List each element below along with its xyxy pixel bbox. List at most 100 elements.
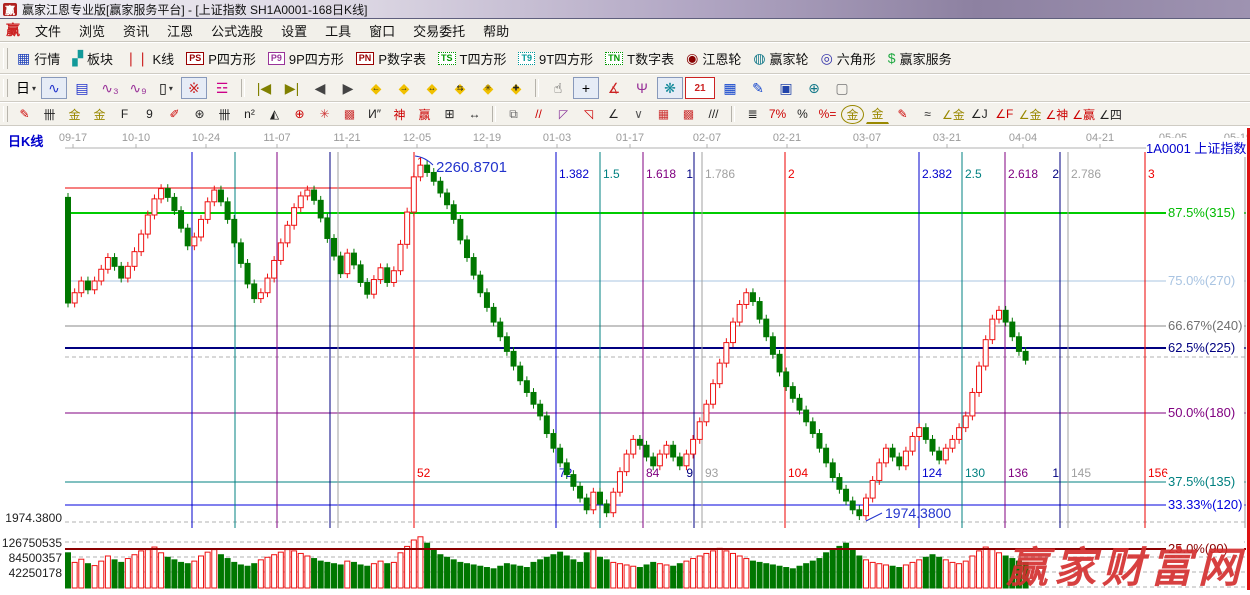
prev-bar-icon[interactable]: ◀ — [307, 77, 333, 99]
expand-all-icon[interactable]: ◆✳ — [475, 77, 501, 99]
nine-spiral-icon[interactable]: 9 — [138, 105, 161, 124]
wave-icon[interactable]: ≈ — [916, 105, 939, 124]
gann-fan-circle-icon[interactable]: ⊛ — [188, 105, 211, 124]
shift-left-icon[interactable]: ◆← — [363, 77, 389, 99]
gann-shape-icon[interactable]: Ψ — [629, 77, 655, 99]
zoom-horizontal-icon-arrow: ↔ — [428, 83, 436, 92]
menu-gann[interactable]: 江恩 — [158, 19, 202, 42]
grid9-icon[interactable]: ∿₉ — [125, 77, 151, 99]
pc-sync-icon[interactable]: ▢ — [829, 77, 855, 99]
t-table-button[interactable]: TNT数字表 — [600, 47, 681, 70]
report-icon[interactable]: ✎ — [745, 77, 771, 99]
menu-trade[interactable]: 交易委托 — [404, 19, 474, 42]
web-box-icon[interactable]: ▩ — [338, 105, 361, 124]
win-grid-icon[interactable]: 赢 — [413, 105, 436, 124]
box-frame-icon[interactable]: ⧉ — [502, 105, 525, 124]
gann-wheel-button[interactable]: ◉江恩轮 — [681, 47, 748, 70]
j-angle-icon[interactable]: ∠J — [968, 105, 991, 124]
calendar-icon[interactable]: 21 — [685, 77, 715, 99]
k-mark-icon[interactable]: И″ — [363, 105, 386, 124]
compress-icon[interactable]: ◆⇆ — [447, 77, 473, 99]
mesh-icon[interactable]: ▦ — [652, 105, 675, 124]
shen-angle-icon[interactable]: ∠神 — [1045, 105, 1070, 124]
p-table-button[interactable]: PNP数字表 — [351, 47, 433, 70]
star-web-icon[interactable]: ✳ — [313, 105, 336, 124]
toolbar-separator — [241, 79, 245, 97]
kline-button[interactable]: ❘❘K线 — [120, 47, 181, 70]
time-grid2-icon[interactable]: 卌 — [213, 105, 236, 124]
menu-settings[interactable]: 设置 — [272, 19, 316, 42]
fan-lines-icon[interactable]: // — [527, 105, 550, 124]
9p-square-button[interactable]: P99P四方形 — [263, 47, 351, 70]
hand-tool-icon[interactable]: ☝ — [545, 77, 571, 99]
free-draw-icon[interactable]: ❋ — [657, 77, 683, 99]
draw-pen-icon[interactable]: ✎ — [13, 105, 36, 124]
9t-square-button[interactable]: T99T四方形 — [513, 47, 600, 70]
gold-grid2-icon[interactable]: 金 — [88, 105, 111, 124]
last-bar-icon[interactable]: ▶| — [279, 77, 305, 99]
trend-angle-icon[interactable]: ∠ — [602, 105, 625, 124]
gold-lines-icon[interactable]: 金 — [866, 104, 889, 124]
menu-window[interactable]: 窗口 — [360, 19, 404, 42]
fan-box-icon[interactable]: ◸ — [552, 105, 575, 124]
sectors-button-label: 板块 — [87, 49, 113, 68]
winner-service-button[interactable]: $赢家服务 — [883, 47, 959, 70]
info-list-icon[interactable]: ▤ — [69, 77, 95, 99]
web-sync-icon[interactable]: ⊕ — [801, 77, 827, 99]
n-square-icon[interactable]: n² — [238, 105, 261, 124]
measure-span-icon[interactable]: ↔ — [463, 105, 486, 124]
sectors-button[interactable]: ▞板块 — [67, 47, 120, 70]
center-icon[interactable]: ◆✚ — [503, 77, 529, 99]
first-bar-icon[interactable]: |◀ — [251, 77, 277, 99]
angle-measure-icon[interactable]: ∡ — [601, 77, 627, 99]
period-dropdown[interactable]: 日▾ — [13, 77, 39, 99]
stats-bars-icon[interactable]: ≣ — [741, 105, 764, 124]
mesh-box-icon[interactable]: ▩ — [677, 105, 700, 124]
menu-browse[interactable]: 浏览 — [70, 19, 114, 42]
percent-slope-icon[interactable]: 7% — [766, 105, 789, 124]
percent-icon[interactable]: % — [791, 105, 814, 124]
parallel-lines-icon[interactable]: /// — [702, 105, 725, 124]
winner-wheel-button[interactable]: ◍赢家轮 — [748, 47, 815, 70]
hexagon-button-label: 六角形 — [837, 49, 876, 68]
mirror-angle-icon[interactable]: ◭ — [263, 105, 286, 124]
candle-style-dropdown[interactable]: ▯▾ — [153, 77, 179, 99]
t-square-button[interactable]: TST四方形 — [433, 47, 513, 70]
pen-one-icon[interactable]: ✎ — [891, 105, 914, 124]
next-bar-icon[interactable]: ▶ — [335, 77, 361, 99]
grid3-icon[interactable]: ∿₃ — [97, 77, 123, 99]
menu-help[interactable]: 帮助 — [474, 19, 518, 42]
win-angle-icon[interactable]: ∠赢 — [1071, 105, 1096, 124]
gold-grid-icon[interactable]: 金 — [63, 105, 86, 124]
zoom-horizontal-icon[interactable]: ◆↔ — [419, 77, 445, 99]
hexagon-button[interactable]: ◎六角形 — [816, 47, 883, 70]
target-cross-icon[interactable]: ⊕ — [288, 105, 311, 124]
svg-text:104: 104 — [788, 466, 808, 480]
gold-circle-icon[interactable]: 金 — [841, 105, 864, 124]
f-angle-icon[interactable]: ∠F — [993, 105, 1016, 124]
menu-news[interactable]: 资讯 — [114, 19, 158, 42]
four-angle-icon[interactable]: ∠四 — [1098, 105, 1123, 124]
shen-grid-icon[interactable]: 神 — [388, 105, 411, 124]
trend-wave-icon[interactable]: ∿ — [41, 77, 67, 99]
time-grid-icon[interactable]: 卌 — [38, 105, 61, 124]
calculator-icon[interactable]: ▦ — [717, 77, 743, 99]
pen-points-icon[interactable]: ✐ — [163, 105, 186, 124]
menu-file[interactable]: 文件 — [26, 19, 70, 42]
gold-angle2-icon[interactable]: ∠金 — [1018, 105, 1043, 124]
f-grid-icon[interactable]: F — [113, 105, 136, 124]
ruler-grid-icon[interactable]: ⊞ — [438, 105, 461, 124]
quotes-button[interactable]: ▦行情 — [12, 47, 67, 70]
p-square-button[interactable]: PSP四方形 — [181, 47, 263, 70]
menu-tools[interactable]: 工具 — [316, 19, 360, 42]
save-icon[interactable]: ▣ — [773, 77, 799, 99]
volume-profile-icon[interactable]: ☲ — [209, 77, 235, 99]
crosshair-icon[interactable]: + — [573, 77, 599, 99]
shift-right-icon[interactable]: ◆→ — [391, 77, 417, 99]
pattern-icon[interactable]: ※ — [181, 77, 207, 99]
zigzag-icon[interactable]: ∨ — [627, 105, 650, 124]
fan-box2-icon[interactable]: ◹ — [577, 105, 600, 124]
percent-line-icon[interactable]: %= — [816, 105, 839, 124]
gold-angle-icon[interactable]: ∠金 — [941, 105, 966, 124]
menu-formula-picker[interactable]: 公式选股 — [202, 19, 272, 42]
